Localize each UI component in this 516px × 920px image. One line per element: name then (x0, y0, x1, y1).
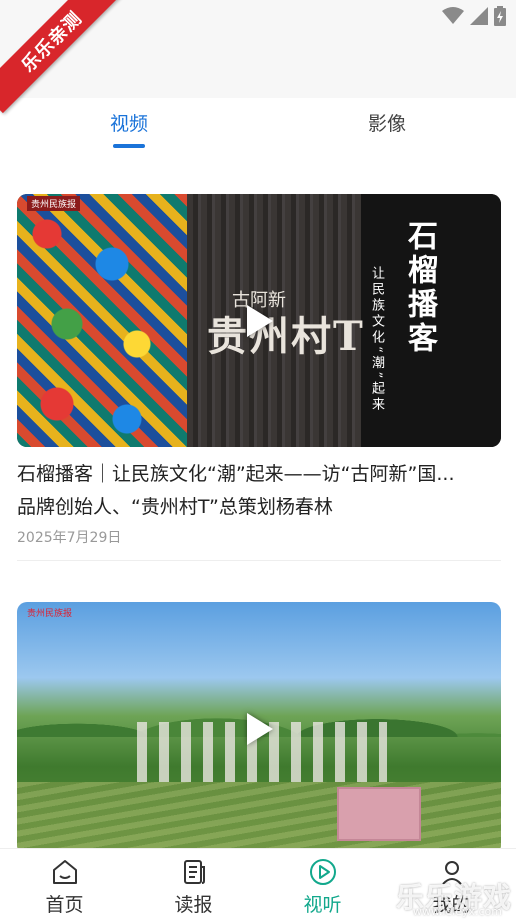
fields (17, 782, 501, 855)
brand-text: 贵州村T (207, 313, 365, 360)
fabric-pattern (17, 194, 187, 447)
video-thumbnail[interactable]: 贵州民族报 (17, 602, 501, 855)
tab-images[interactable]: 影像 (258, 98, 516, 158)
pink-building (337, 787, 421, 841)
thumbnail-subtitle: 让民族文化“潮”起来 (369, 266, 384, 414)
video-thumbnail[interactable]: 贵州民族报 古阿新 贵州村T 石榴播客 让民族文化“潮”起来 (17, 194, 501, 447)
home-icon (52, 860, 77, 884)
video-card[interactable]: 贵州民族报 (17, 602, 501, 855)
nav-label: 首页 (45, 894, 84, 916)
card-date: 2025年7月29日 (17, 530, 122, 546)
status-icons (442, 6, 506, 26)
card-title-line1: 石榴播客｜让民族文化“潮”起来——访“古阿新”国... (17, 463, 455, 485)
nav-home[interactable]: 首页 (0, 849, 129, 920)
tab-label: 影像 (367, 113, 406, 135)
play-icon[interactable] (247, 712, 273, 745)
play-circle-icon (309, 859, 336, 885)
tab-indicator (113, 144, 145, 148)
source-badge: 贵州民族报 (27, 609, 73, 619)
play-icon[interactable] (247, 304, 273, 337)
bottom-nav: 首页 读报 视听 我的 乐乐游戏 www.leleyx.com (0, 848, 516, 920)
card-title-line2: 品牌创始人、“贵州村T”总策划杨春林 (17, 496, 333, 518)
battery-icon (494, 6, 506, 26)
thumbnail-title: 石榴播客 (402, 220, 437, 356)
nav-label: 读报 (174, 894, 213, 916)
tab-bar: 视频 影像 (0, 98, 516, 158)
divider (17, 560, 501, 561)
wifi-icon (442, 7, 464, 24)
nav-media[interactable]: 视听 (258, 849, 387, 920)
nav-label: 视听 (303, 894, 342, 916)
tab-video[interactable]: 视频 (0, 98, 258, 158)
source-badge: 贵州民族报 (27, 196, 81, 211)
card-title[interactable]: 石榴播客｜让民族文化“潮”起来——访“古阿新”国... 品牌创始人、“贵州村T”… (17, 458, 501, 524)
nav-newspaper[interactable]: 读报 (129, 849, 258, 920)
tab-label: 视频 (109, 113, 148, 135)
watermark-url: www.leleyx.com (412, 905, 502, 918)
video-card[interactable]: 贵州民族报 古阿新 贵州村T 石榴播客 让民族文化“潮”起来 石榴播客｜让民族文… (17, 194, 501, 547)
newspaper-icon (183, 860, 205, 884)
signal-icon (470, 7, 488, 25)
